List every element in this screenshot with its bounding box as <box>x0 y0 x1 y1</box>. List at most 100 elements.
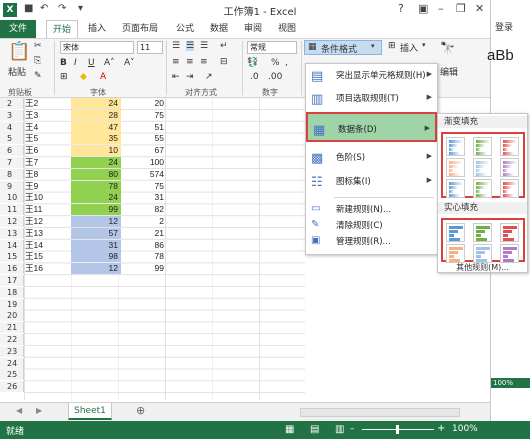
row-header[interactable]: 21 <box>0 322 24 333</box>
normal-view-icon[interactable]: ▦ <box>285 424 294 435</box>
cell-value-b[interactable]: 12 <box>71 263 121 274</box>
align-bottom-icon[interactable]: ☰ <box>200 41 208 51</box>
cell-value-b[interactable]: 80 <box>71 169 121 180</box>
cut-icon[interactable]: ✂ <box>34 41 42 51</box>
row-header[interactable]: 11 <box>0 204 24 215</box>
cell-value-b[interactable]: 31 <box>71 240 121 251</box>
login-link[interactable]: 登录 <box>495 20 513 33</box>
increase-font-icon[interactable]: A˄ <box>104 58 115 68</box>
cell-name[interactable]: 王7 <box>25 157 71 168</box>
tab-page-layout[interactable]: 页面布局 <box>116 20 164 38</box>
row-header[interactable]: 23 <box>0 346 24 357</box>
row-header[interactable]: 9 <box>0 181 24 192</box>
close-button[interactable]: ✕ <box>475 2 484 15</box>
gradient-data-bar-option[interactable] <box>500 158 519 177</box>
cell-value-c[interactable]: 574 <box>121 169 167 180</box>
cell-value-b[interactable]: 12 <box>71 216 121 227</box>
prev-sheet-icon[interactable]: ◀ <box>16 406 22 415</box>
increase-decimal-icon[interactable]: .0 <box>250 72 259 82</box>
copy-icon[interactable]: ⎘ <box>34 56 41 66</box>
zoom-out-icon[interactable]: – <box>350 424 355 434</box>
row-header[interactable]: 8 <box>0 169 24 180</box>
cell-name[interactable]: 王14 <box>25 240 71 251</box>
cell-name[interactable]: 王6 <box>25 145 71 156</box>
paste-button[interactable]: 粘贴 <box>8 65 26 78</box>
cell-value-c[interactable]: 100 <box>121 157 167 168</box>
row-header[interactable]: 2 <box>0 98 24 109</box>
style-preview[interactable]: aBb <box>487 47 514 64</box>
row-header[interactable]: 24 <box>0 358 24 369</box>
cell-name[interactable]: 王8 <box>25 169 71 180</box>
cell-value-b[interactable]: 98 <box>71 251 121 262</box>
tab-file[interactable]: 文件 <box>0 20 36 38</box>
cell-value-c[interactable]: 2 <box>121 216 167 227</box>
align-right-icon[interactable]: ≡ <box>200 57 208 67</box>
edit-button[interactable]: 编辑 <box>440 65 458 78</box>
page-break-view-icon[interactable]: ▥ <box>335 424 344 435</box>
restore-button[interactable]: ❐ <box>456 2 466 15</box>
gradient-data-bar-option[interactable] <box>500 179 519 198</box>
wrap-text-icon[interactable]: ↵ <box>220 41 228 51</box>
menu-item-new-rule[interactable]: ▭ 新建规则(N)... <box>306 202 437 216</box>
cell-name[interactable]: 王5 <box>25 133 71 144</box>
row-header[interactable]: 20 <box>0 310 24 321</box>
cell-value-b[interactable]: 28 <box>71 110 121 121</box>
cell-value-b[interactable]: 10 <box>71 145 121 156</box>
align-top-icon[interactable]: ☰ <box>172 41 180 51</box>
gradient-data-bar-option[interactable] <box>446 158 465 177</box>
cell-value-c[interactable]: 75 <box>121 181 167 192</box>
sheet-tab-sheet1[interactable]: Sheet1 <box>68 403 112 420</box>
cell-name[interactable]: 王4 <box>25 122 71 133</box>
worksheet-grid[interactable]: 2 王2 24 20 3 王3 28 75 4 王4 47 51 5 王5 35 55 6 王6 10 67 7 王7 24… <box>0 98 305 400</box>
more-rules-link[interactable]: 其他规则(M)... <box>438 262 527 273</box>
cell-value-b[interactable]: 24 <box>71 192 121 203</box>
gradient-data-bar-option[interactable] <box>500 137 519 156</box>
menu-item-data-bars[interactable]: ▦ 数据条(D) ▶ <box>306 112 437 142</box>
cell-value-c[interactable]: 75 <box>121 110 167 121</box>
underline-button[interactable]: U <box>88 58 95 68</box>
align-middle-icon[interactable]: ☰ <box>186 41 195 51</box>
decrease-indent-icon[interactable]: ⇤ <box>172 72 180 82</box>
bold-button[interactable]: B <box>60 58 67 68</box>
gradient-data-bar-option[interactable] <box>473 179 492 198</box>
cell-name[interactable]: 王10 <box>25 192 71 203</box>
cell-value-c[interactable]: 99 <box>121 263 167 274</box>
solid-data-bar-option[interactable] <box>446 223 465 242</box>
merge-center-icon[interactable]: ⊟ <box>220 57 228 67</box>
currency-icon[interactable]: 💱 <box>247 58 258 68</box>
cell-value-c[interactable]: 67 <box>121 145 167 156</box>
font-color-icon[interactable]: A <box>100 72 106 82</box>
borders-icon[interactable]: ⊞ <box>60 72 68 82</box>
comma-icon[interactable]: , <box>285 58 288 68</box>
align-center-icon[interactable]: ≡ <box>186 57 194 67</box>
cell-name[interactable]: 王9 <box>25 181 71 192</box>
cell-value-c[interactable]: 20 <box>121 98 167 109</box>
row-header[interactable]: 12 <box>0 216 24 227</box>
row-header[interactable]: 14 <box>0 240 24 251</box>
cell-value-b[interactable]: 24 <box>71 98 121 109</box>
align-left-icon[interactable]: ≡ <box>172 57 180 67</box>
customize-qat-icon[interactable]: ▾ <box>78 3 83 14</box>
page-layout-view-icon[interactable]: ▤ <box>310 424 319 435</box>
menu-item-manage-rules[interactable]: ▣ 管理规则(R)... <box>306 234 437 248</box>
row-header[interactable]: 10 <box>0 192 24 203</box>
row-header[interactable]: 5 <box>0 133 24 144</box>
undo-icon[interactable]: ↶ <box>40 3 48 14</box>
solid-data-bar-option[interactable] <box>500 223 519 242</box>
paste-icon[interactable]: 📋 <box>8 41 30 62</box>
menu-item-highlight-rules[interactable]: ▤ 突出显示单元格规则(H) ▶ <box>306 65 437 85</box>
tab-view[interactable]: 视图 <box>272 20 302 38</box>
italic-button[interactable]: I <box>74 58 77 68</box>
minimize-button[interactable]: – <box>438 2 444 15</box>
gradient-data-bar-option[interactable] <box>446 137 465 156</box>
cell-value-b[interactable]: 99 <box>71 204 121 215</box>
insert-cells-button[interactable]: ⊞ 插入 ▾ <box>386 40 434 55</box>
add-sheet-icon[interactable]: ⊕ <box>136 404 145 417</box>
tab-insert[interactable]: 插入 <box>82 20 112 38</box>
orientation-icon[interactable]: ↗ <box>205 72 213 82</box>
cell-value-c[interactable]: 21 <box>121 228 167 239</box>
row-header[interactable]: 15 <box>0 251 24 262</box>
menu-item-color-scales[interactable]: ▩ 色阶(S) ▶ <box>306 147 437 167</box>
cell-value-b[interactable]: 24 <box>71 157 121 168</box>
cell-value-c[interactable]: 82 <box>121 204 167 215</box>
